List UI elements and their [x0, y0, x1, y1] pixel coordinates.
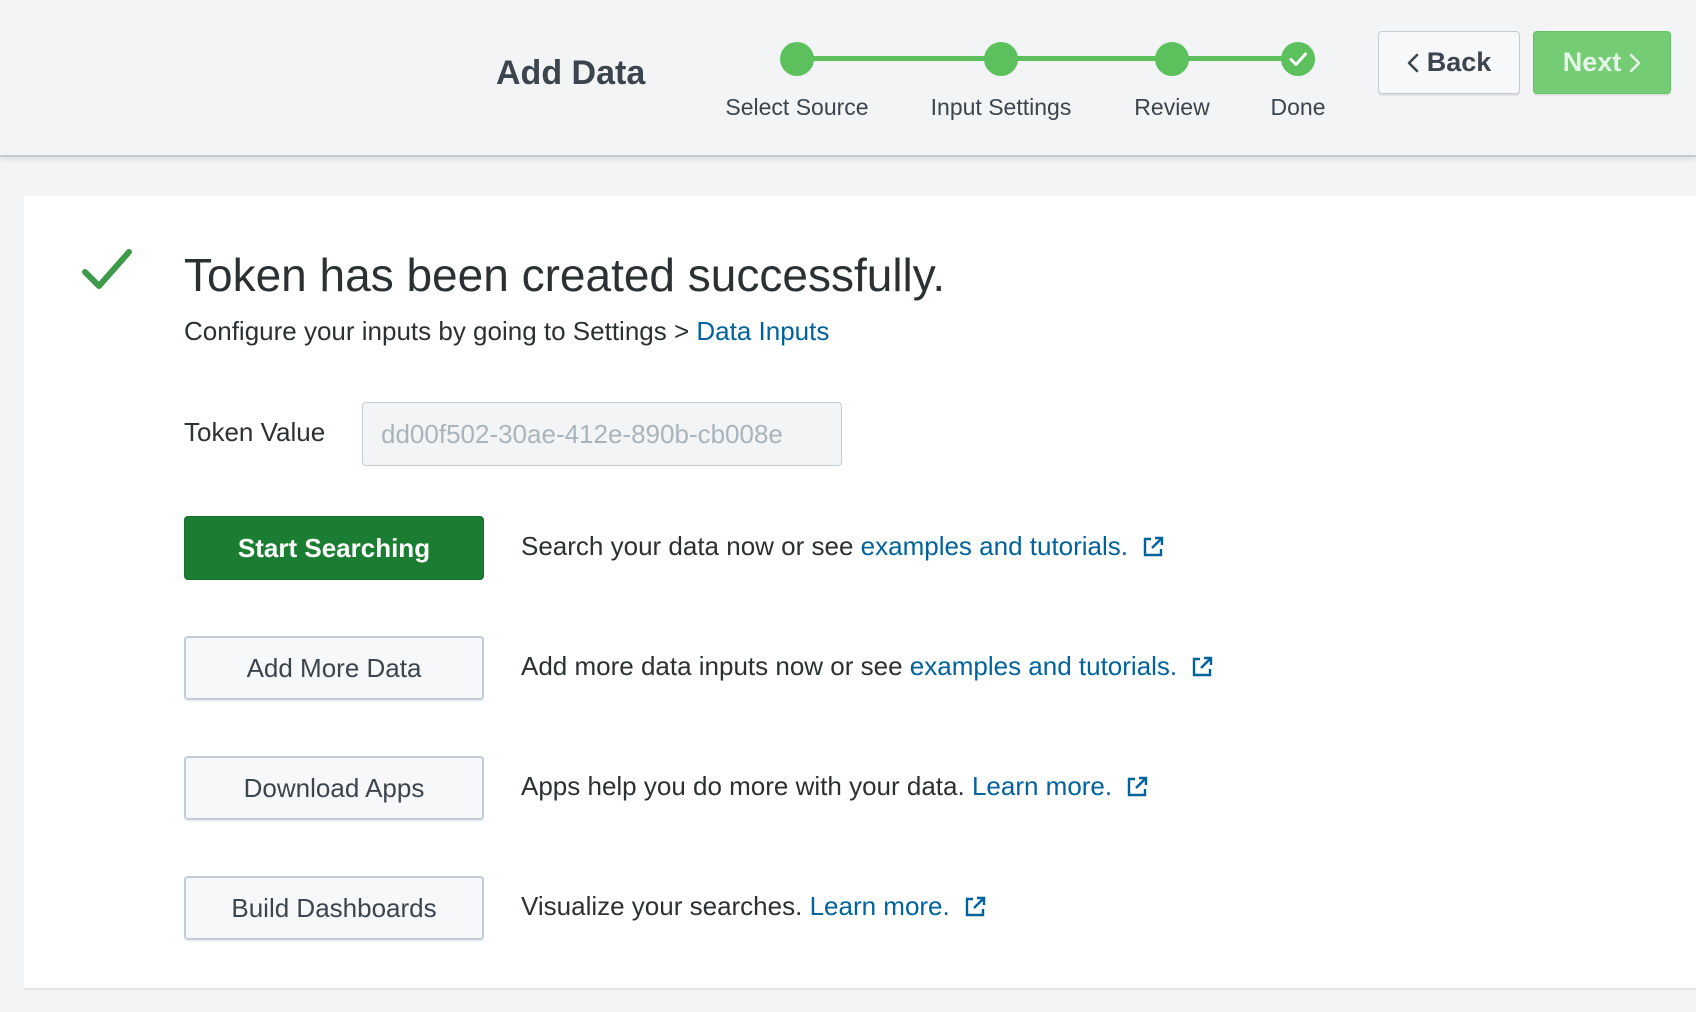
add-more-data-button[interactable]: Add More Data [184, 636, 484, 700]
chevron-right-icon [1629, 53, 1641, 72]
step-dot-select-source [780, 42, 814, 76]
start-searching-description: Search your data now or see examples and… [521, 531, 1164, 562]
back-button[interactable]: Back [1378, 31, 1520, 94]
step-dot-input-settings [984, 42, 1018, 76]
action-text: Add more data inputs now or see [521, 651, 903, 681]
action-text: Visualize your searches. [521, 891, 803, 921]
add-more-data-description: Add more data inputs now or see examples… [521, 651, 1213, 682]
download-apps-description: Apps help you do more with your data. Le… [521, 771, 1148, 802]
build-dashboards-description: Visualize your searches. Learn more. [521, 891, 986, 922]
examples-tutorials-link[interactable]: examples and tutorials. [861, 531, 1128, 562]
learn-more-link[interactable]: Learn more. [810, 891, 950, 922]
success-subtitle-text: Configure your inputs by going to Settin… [184, 316, 697, 346]
success-subtitle: Configure your inputs by going to Settin… [184, 316, 829, 347]
external-link-icon[interactable] [964, 896, 986, 918]
token-value-label: Token Value [184, 417, 326, 447]
step-dot-review [1155, 42, 1189, 76]
action-text: Apps help you do more with your data. [521, 771, 965, 801]
learn-more-link[interactable]: Learn more. [972, 771, 1112, 802]
step-connector [1172, 56, 1298, 61]
action-text: Search your data now or see [521, 531, 854, 561]
back-button-label: Back [1426, 47, 1492, 77]
examples-tutorials-link[interactable]: examples and tutorials. [910, 651, 1177, 682]
data-inputs-link[interactable]: Data Inputs [696, 316, 829, 346]
step-label-done: Done [1270, 94, 1326, 120]
next-button[interactable]: Next [1533, 31, 1671, 94]
step-connector [1001, 56, 1172, 61]
next-button-label: Next [1562, 47, 1622, 77]
success-title: Token has been created successfully. [184, 249, 946, 301]
download-apps-button[interactable]: Download Apps [184, 756, 484, 820]
step-label-select-source: Select Source [725, 94, 869, 120]
external-link-icon[interactable] [1142, 536, 1164, 558]
start-searching-button[interactable]: Start Searching [184, 516, 484, 580]
chevron-left-icon [1407, 53, 1419, 72]
wizard-header: Add Data Select Source Input Settings Re… [0, 0, 1696, 157]
external-link-icon[interactable] [1191, 656, 1213, 678]
check-icon [1289, 52, 1307, 66]
token-value-field[interactable] [362, 402, 842, 466]
external-link-icon[interactable] [1126, 776, 1148, 798]
step-dot-done [1281, 42, 1315, 76]
step-label-input-settings: Input Settings [930, 94, 1072, 120]
build-dashboards-button[interactable]: Build Dashboards [184, 876, 484, 940]
step-connector [797, 56, 1001, 61]
check-icon [82, 249, 132, 289]
step-label-review: Review [1134, 94, 1210, 120]
